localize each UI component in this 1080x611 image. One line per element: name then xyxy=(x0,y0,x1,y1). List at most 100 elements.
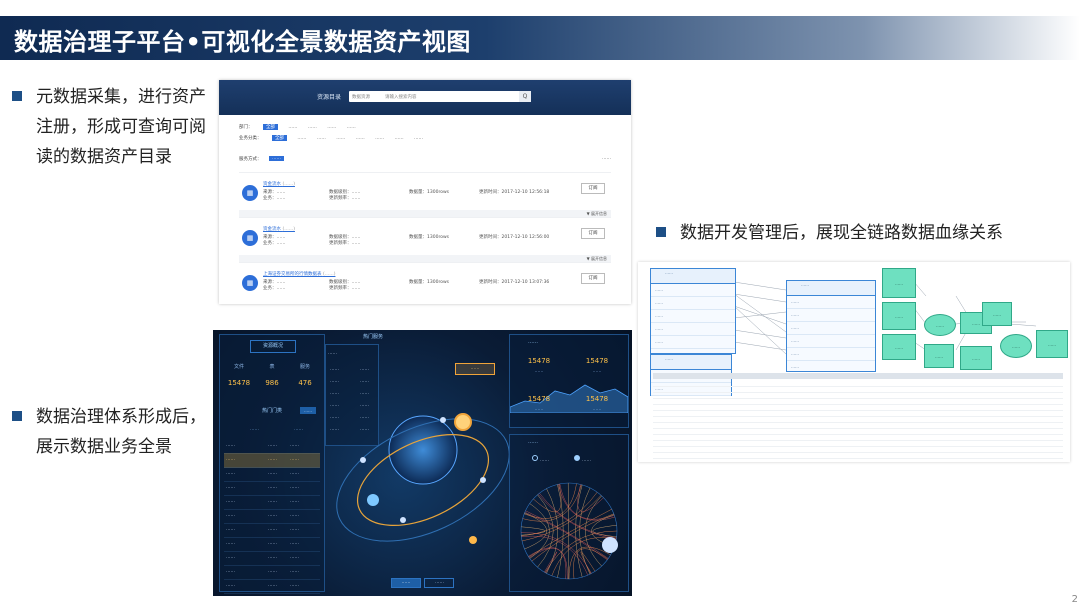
filter-option[interactable]: …… xyxy=(395,136,404,141)
bullet-line: 注册，形成可查询可阅 xyxy=(36,117,206,137)
catalog-header: 资源目录 数据资源 请输入搜索内容 Q xyxy=(219,80,631,115)
filter-option[interactable]: 全部 xyxy=(262,124,278,130)
filter-option[interactable]: …… xyxy=(308,125,317,130)
orbit-node[interactable] xyxy=(440,417,446,423)
filter-option[interactable]: …… xyxy=(347,125,356,130)
callout-label: …… xyxy=(455,363,495,375)
item-updated: 更新时间：2017-12-10 12:56:00 xyxy=(479,235,550,240)
filter-option[interactable]: …… xyxy=(317,136,326,141)
filter-option[interactable]: …… xyxy=(327,125,336,130)
table-row[interactable]: …… …… …… xyxy=(224,565,320,580)
lineage-process-node[interactable]: …… xyxy=(1036,330,1068,358)
lineage-process-node[interactable]: …… xyxy=(882,334,916,360)
item-business: 业务：…… xyxy=(263,286,286,291)
lineage-process-node[interactable]: …… xyxy=(882,268,916,298)
filter-row-category: 业务分类： 全部 …… …… …… …… …… …… …… xyxy=(239,135,432,146)
orbit-node[interactable] xyxy=(367,494,379,506)
table-row[interactable]: …… …… …… xyxy=(224,467,320,482)
expand-bar[interactable]: ▼ 展开信息 xyxy=(239,210,611,217)
expand-bar[interactable]: ▼ 展开信息 xyxy=(239,255,611,262)
orbit-node[interactable] xyxy=(360,457,366,463)
table-node-title: …… xyxy=(651,355,731,370)
catalog-item[interactable]: ▦ 资金流水 (……) 来源：…… 业务：…… 数据级别：…… 更新频率：…… … xyxy=(239,172,611,217)
row-name: …… xyxy=(226,555,235,560)
lineage-process-node[interactable]: …… xyxy=(982,302,1012,326)
lineage-process-node[interactable]: …… xyxy=(924,344,954,368)
stat-value: 986 xyxy=(265,379,279,387)
lineage-process-node[interactable]: …… xyxy=(960,346,992,370)
table-row[interactable]: …… …… …… xyxy=(224,509,320,524)
search-input[interactable]: 请输入搜索内容 xyxy=(385,94,417,100)
filter-option[interactable]: …… xyxy=(288,125,297,130)
filter-option[interactable]: …… xyxy=(297,136,306,141)
stat-label: …… xyxy=(592,407,602,412)
filter-label: 部门： xyxy=(239,125,253,130)
catalog-search-box[interactable]: 数据资源 请输入搜索内容 Q xyxy=(349,91,531,102)
relationship-panel: …… …… …… xyxy=(509,434,629,592)
row-tag: …… xyxy=(290,569,299,574)
table-row[interactable]: …… …… …… xyxy=(224,439,320,454)
bullet-square-icon xyxy=(656,227,666,237)
table-node-field: …… xyxy=(651,336,735,349)
orbit-node[interactable] xyxy=(480,477,486,483)
lineage-process-node[interactable]: …… xyxy=(924,314,956,336)
legend-item[interactable]: …… xyxy=(574,455,591,463)
lineage-process-node[interactable]: …… xyxy=(1000,334,1032,358)
catalog-item[interactable]: ▦ 上海证券交易所的行情数据表 (……) 来源：…… 业务：…… 数据级别：……… xyxy=(239,262,611,304)
row-tag: …… xyxy=(290,471,299,476)
filter-option[interactable]: …… xyxy=(414,136,423,141)
table-row[interactable] xyxy=(653,458,1063,462)
catalog-item[interactable]: ▦ 资金流水 (……) 来源：…… 业务：…… 数据级别：…… 更新频率：…… … xyxy=(239,217,611,262)
row-name: …… xyxy=(226,485,235,490)
data-panorama-dashboard-screenshot: 资源概况 文件 表 服务 15478 986 476 热门门类 …… …… ……… xyxy=(213,330,632,596)
grid-icon: ▦ xyxy=(242,185,258,201)
stat-label: …… xyxy=(592,369,602,374)
stat-label: 文件 xyxy=(233,364,244,370)
hot-service-title: 热门服务 xyxy=(362,334,383,340)
row-count: …… xyxy=(268,513,277,518)
sort-button[interactable]: …… xyxy=(269,156,284,161)
chord-link xyxy=(557,484,564,578)
search-select[interactable]: 数据资源 xyxy=(352,94,370,100)
row-tag: …… xyxy=(290,499,299,504)
item-name[interactable]: 资金流水 (……) xyxy=(263,226,295,232)
table-row[interactable]: …… …… …… xyxy=(224,551,320,566)
chord-link xyxy=(522,484,582,522)
search-icon[interactable]: Q xyxy=(519,91,531,102)
item-frequency: 更新频率：…… xyxy=(329,286,361,291)
row-tag: …… xyxy=(290,583,299,588)
table-row[interactable]: …… …… …… xyxy=(224,481,320,496)
filter-option[interactable]: …… xyxy=(375,136,384,141)
lineage-process-node[interactable]: …… xyxy=(882,302,916,330)
table-row[interactable]: …… …… …… xyxy=(224,453,320,468)
catalog-header-label: 资源目录 xyxy=(317,94,342,101)
subscribe-button[interactable]: 订阅 xyxy=(581,228,605,239)
row-tag: …… xyxy=(290,555,299,560)
tab[interactable]: …… xyxy=(424,578,455,588)
grid-icon: ▦ xyxy=(242,230,258,246)
table-row[interactable]: …… …… …… xyxy=(224,495,320,510)
lineage-table-node[interactable]: …… …… …… …… …… …… xyxy=(650,268,736,354)
lineage-table-node[interactable]: …… …… …… …… …… …… …… xyxy=(786,280,876,374)
filter-option[interactable]: …… xyxy=(356,136,365,141)
title-bar: 数据治理子平台•可视化全景数据资产视图 xyxy=(0,16,1080,60)
filter-option[interactable]: …… xyxy=(336,136,345,141)
row-count: …… xyxy=(268,471,277,476)
item-name[interactable]: 上海证券交易所的行情数据表 (……) xyxy=(263,271,335,277)
table-row[interactable]: …… …… …… xyxy=(224,537,320,552)
orbit-node[interactable] xyxy=(400,517,406,523)
row-count: …… xyxy=(268,583,277,588)
orbit-node[interactable] xyxy=(469,536,477,544)
item-business: 业务：…… xyxy=(263,241,286,246)
table-row[interactable]: …… …… …… xyxy=(224,523,320,538)
item-name[interactable]: 资金流水 (……) xyxy=(263,181,295,187)
subscribe-button[interactable]: 订阅 xyxy=(581,183,605,194)
table-row[interactable]: …… …… …… xyxy=(224,579,320,594)
tab[interactable]: …… xyxy=(391,578,421,588)
subscribe-button[interactable]: 订阅 xyxy=(581,273,605,284)
panel-title: …… xyxy=(528,439,538,445)
row-name: …… xyxy=(226,527,235,532)
filter-option[interactable]: 全部 xyxy=(271,135,287,141)
legend-item[interactable]: …… xyxy=(532,455,549,463)
orbit-node[interactable] xyxy=(454,413,472,431)
